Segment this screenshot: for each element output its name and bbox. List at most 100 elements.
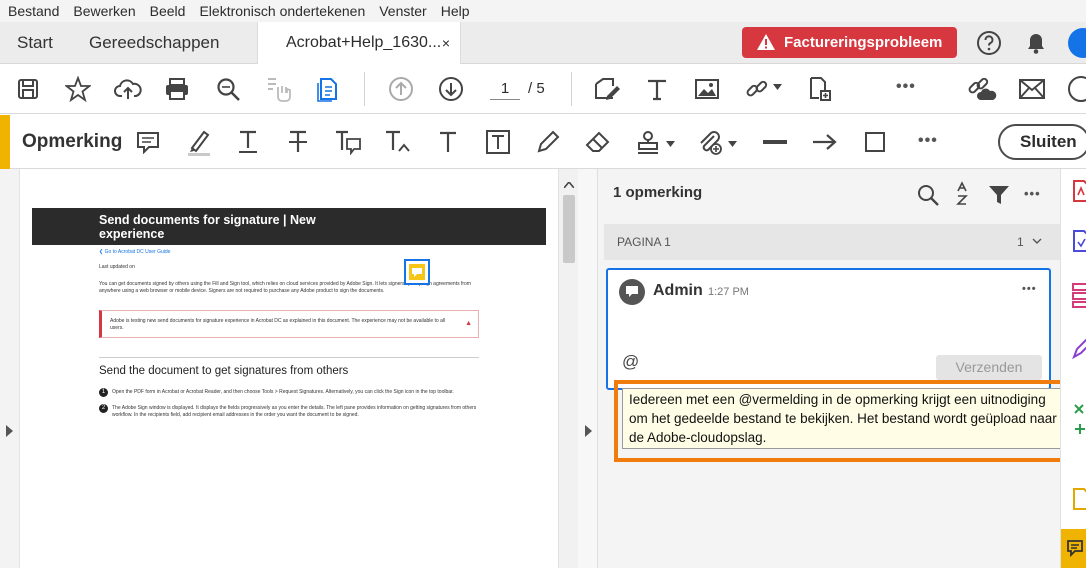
left-panel-toggle[interactable]: [0, 169, 20, 568]
page-number-input[interactable]: 1: [490, 78, 520, 100]
star-icon[interactable]: [62, 73, 94, 105]
comment-toolbar: Opmerking ••• Sluiten: [0, 115, 1086, 169]
tab-tools[interactable]: Gereedschappen: [89, 22, 219, 63]
tab-document[interactable]: Acrobat+Help_1630... ×: [257, 22, 461, 64]
organize-icon[interactable]: [1071, 282, 1086, 308]
menu-bewerken[interactable]: Bewerken: [73, 3, 135, 19]
filter-icon[interactable]: [988, 184, 1010, 206]
main-toolbar: 1 / 5 •••: [0, 64, 1086, 114]
attach-file-icon[interactable]: [694, 126, 726, 158]
text-tool-icon[interactable]: [641, 73, 673, 105]
create-pdf-icon[interactable]: [1071, 229, 1086, 255]
save-icon[interactable]: [12, 73, 44, 105]
stamp-icon[interactable]: [632, 126, 664, 158]
organize-pages-icon[interactable]: [804, 73, 836, 105]
underline-text-icon[interactable]: [232, 126, 264, 158]
add-text-icon[interactable]: [432, 126, 464, 158]
panel-more-icon[interactable]: •••: [1024, 186, 1041, 201]
comment-card[interactable]: Admin 1:27 PM ••• @ Verzenden: [606, 268, 1051, 390]
scroll-up-icon[interactable]: [564, 182, 574, 188]
chevron-down-icon: [1032, 238, 1042, 244]
send-button[interactable]: Verzenden: [936, 355, 1042, 380]
tooltip-highlight-box: Iedereen met een @vermelding in de opmer…: [614, 380, 1078, 462]
tab-start[interactable]: Start: [17, 22, 53, 63]
pencil-icon[interactable]: [532, 126, 564, 158]
avatar[interactable]: [1068, 28, 1086, 58]
line-icon[interactable]: [759, 126, 791, 158]
comment-more-icon[interactable]: •••: [1022, 283, 1037, 295]
page-total: / 5: [528, 80, 545, 97]
panel-collapse-toggle[interactable]: [578, 169, 598, 568]
notifications-bell-icon[interactable]: [1024, 30, 1048, 56]
rectangle-icon[interactable]: [859, 126, 891, 158]
share-link-icon[interactable]: [966, 73, 998, 105]
page-group-label: PAGINA 1: [617, 235, 671, 249]
account-icon[interactable]: [1068, 76, 1086, 102]
page-group-header[interactable]: PAGINA 1 1: [604, 224, 1060, 260]
scrollbar-thumb[interactable]: [563, 195, 575, 263]
menu-bar: Bestand Bewerken Beeld Elektronisch onde…: [0, 0, 1086, 22]
tab-close-icon[interactable]: ×: [442, 22, 450, 64]
chevron-down-icon[interactable]: [728, 141, 737, 147]
menu-beeld[interactable]: Beeld: [150, 3, 186, 19]
tab-document-label: Acrobat+Help_1630...: [286, 34, 442, 51]
print-icon[interactable]: [161, 73, 193, 105]
more-comment-tools-icon[interactable]: •••: [918, 132, 938, 150]
comment-avatar: [619, 279, 645, 305]
highlight-icon[interactable]: [182, 126, 214, 158]
sticky-note-icon[interactable]: [132, 126, 164, 158]
mail-icon[interactable]: [1016, 73, 1048, 105]
pdf-note-box: Adobe is testing new send documents for …: [99, 310, 479, 338]
tab-bar: Start Gereedschappen Acrobat+Help_1630..…: [0, 22, 1086, 64]
pdf-step-number: 1: [99, 388, 108, 397]
menu-venster[interactable]: Venster: [379, 3, 426, 19]
close-button[interactable]: Sluiten: [998, 124, 1086, 160]
strikethrough-icon[interactable]: [282, 126, 314, 158]
chevron-down-icon[interactable]: [666, 141, 675, 147]
cloud-upload-icon[interactable]: [112, 73, 144, 105]
arrow-icon[interactable]: [809, 126, 841, 158]
protect-icon[interactable]: [1071, 487, 1086, 513]
menu-elektronisch-ondertekenen[interactable]: Elektronisch ondertekenen: [199, 3, 365, 19]
pdf-warning-icon: ▲: [465, 320, 472, 327]
search-icon[interactable]: [212, 73, 244, 105]
comment-reply-input[interactable]: [616, 310, 1041, 360]
help-icon[interactable]: [976, 30, 1002, 56]
comment-icon: [1067, 540, 1083, 557]
toolbar-separator: [364, 72, 365, 106]
document-scrollbar[interactable]: [558, 169, 578, 568]
tool-icon[interactable]: [1071, 399, 1086, 459]
edit-pdf-icon[interactable]: [591, 73, 623, 105]
link-icon[interactable]: [741, 73, 773, 105]
chevron-down-icon[interactable]: [773, 84, 782, 90]
export-pdf-icon[interactable]: [1071, 179, 1086, 203]
mention-button[interactable]: @: [622, 352, 639, 372]
image-tool-icon[interactable]: [691, 73, 723, 105]
page-up-icon[interactable]: [385, 73, 417, 105]
menu-bestand[interactable]: Bestand: [8, 3, 59, 19]
pdf-heading: Send the document to get signatures from…: [99, 365, 349, 377]
hand-tool-icon[interactable]: [262, 73, 294, 105]
fill-sign-icon[interactable]: [1071, 335, 1086, 361]
eraser-icon[interactable]: [582, 126, 614, 158]
pdf-step2: The Adobe Sign window is displayed. It d…: [112, 405, 477, 418]
sticky-note-marker-icon: [409, 264, 425, 280]
insert-text-icon[interactable]: [382, 126, 414, 158]
billing-issue-button[interactable]: Factureringsprobleem: [742, 27, 957, 58]
billing-issue-label: Factureringsprobleem: [784, 34, 943, 51]
menu-help[interactable]: Help: [441, 3, 470, 19]
comment-tool-active[interactable]: [1061, 529, 1086, 568]
page-down-icon[interactable]: [435, 73, 467, 105]
document-icon[interactable]: [312, 73, 344, 105]
pdf-back-link[interactable]: ❮ Go to Acrobat DC User Guide: [99, 249, 170, 255]
comment-marker-selection[interactable]: [404, 259, 430, 285]
more-tools-icon[interactable]: •••: [896, 78, 916, 96]
search-comments-icon[interactable]: [916, 183, 940, 207]
replace-text-icon[interactable]: [332, 126, 364, 158]
pdf-step1: Open the PDF form in Acrobat or Acrobat …: [112, 389, 454, 395]
text-box-icon[interactable]: [482, 126, 514, 158]
pdf-page[interactable]: Send documents for signature | New exper…: [20, 169, 558, 568]
sort-icon[interactable]: [954, 181, 972, 207]
chevron-right-icon: [585, 425, 592, 437]
comments-panel: 1 opmerking ••• PAGINA 1 1 Admin 1:27 PM…: [598, 169, 1078, 568]
